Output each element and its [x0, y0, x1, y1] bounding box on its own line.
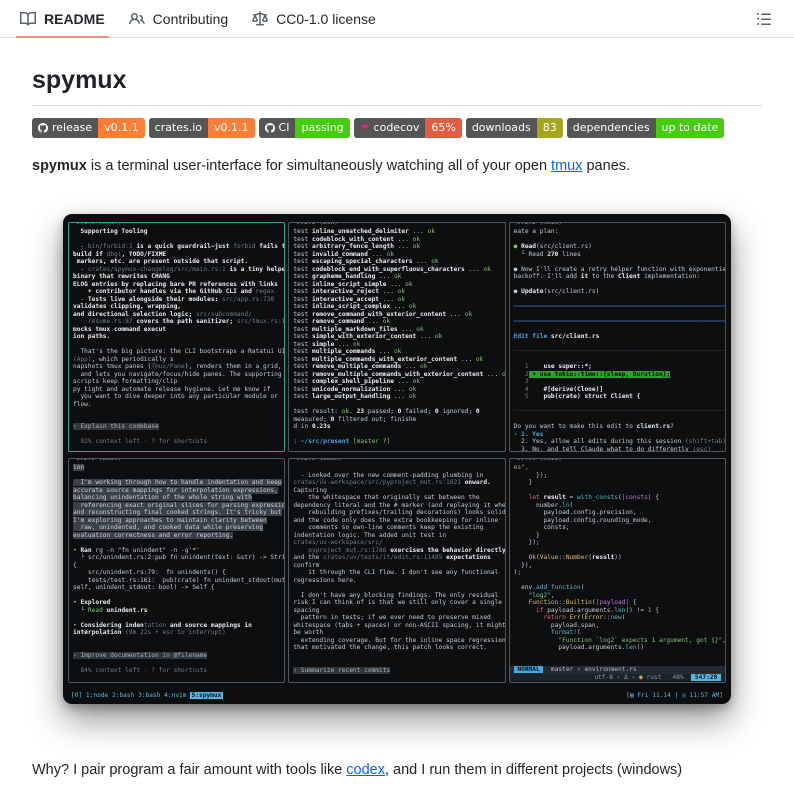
intro-paragraph: spymux is a terminal user-interface for … — [32, 158, 762, 174]
screenshot-image[interactable]: 0:1.0 (bash) Supporting Tooling - bin/fo… — [63, 214, 731, 704]
tmux-active-window: 5:spymux — [189, 692, 224, 699]
badge-crates-io[interactable]: crates.io v0.1.1 — [148, 118, 255, 138]
badge-ci[interactable]: CI passing — [258, 118, 350, 138]
outro-text2: , and I run them in different projects (… — [385, 762, 683, 778]
tmux-pane-0-1-2: 0:1.2 (node) eate a plan: ● Read(src/clie… — [508, 222, 726, 452]
pane-title: 0:3.0 (bash) — [293, 459, 345, 462]
github-logo-icon — [38, 123, 48, 133]
badge-label: dependencies — [572, 121, 650, 134]
tmux-pane-0-1-1: 0:1.1 (zsh) test inline_unmatched_delimit… — [288, 222, 506, 452]
readme-content: spymux release v0.1.1 crates.io v0.1.1 CI pas… — [0, 38, 794, 778]
badge-label: crates.io — [154, 121, 203, 134]
badge-dependencies[interactable]: dependencies up to date — [566, 118, 725, 138]
badge-label: downloads — [471, 121, 531, 134]
badge-value: 83 — [536, 118, 563, 138]
badge-label: codecov — [373, 121, 420, 134]
badge-label: CI — [278, 121, 290, 134]
intro-text2: panes. — [582, 158, 631, 174]
pane-title: 0:2.0 (bash) — [73, 459, 125, 462]
badge-value: v0.1.1 — [208, 118, 255, 138]
badge-downloads[interactable]: downloads 83 — [465, 118, 563, 138]
badge-label: release — [52, 121, 93, 134]
pane-content: Supporting Tooling - bin/forbid:1 is a q… — [73, 228, 285, 445]
tmux-pane-0-3-0: 0:3.0 (bash) - Looked over the new comme… — [288, 458, 506, 683]
tab-readme[interactable]: README — [8, 0, 117, 38]
tab-license-label: CC0-1.0 license — [276, 10, 376, 27]
outline-button[interactable] — [750, 5, 778, 33]
list-unordered-icon — [757, 12, 771, 25]
tmux-pane-0-2-0: 0:2.0 (bash) ion I'm working through how … — [68, 458, 286, 683]
intro-text1: is a terminal user-interface for simulta… — [86, 158, 552, 174]
pane-content: - Looked over the new comment-padding pl… — [293, 471, 505, 674]
tmux-pane-0-1-0: 0:1.0 (bash) Supporting Tooling - bin/fo… — [68, 222, 286, 452]
badge-release[interactable]: release v0.1.1 — [32, 118, 145, 138]
tab-license[interactable]: CC0-1.0 license — [240, 0, 388, 37]
page-title: spymux — [32, 44, 762, 106]
pane-content: test inline_unmatched_delimiter ... ok te… — [293, 228, 504, 445]
pane-title: 0:1.2 (node) — [513, 223, 566, 226]
badges-row: release v0.1.1 crates.io v0.1.1 CI passing ☂ co… — [32, 118, 762, 138]
pane-content: es", }); } let result = with_consts(|con… — [509, 459, 725, 682]
badge-value: up to date — [655, 118, 725, 138]
book-icon — [20, 11, 36, 25]
readme-tabbar: README Contributing CC0-1.0 license — [0, 0, 794, 38]
people-icon — [128, 12, 145, 24]
pane-title: 0:4.0 (nvim) — [513, 459, 566, 462]
tmux-status-right: [▤ Fri 11.14 | ◷ 11:57 AM] — [626, 692, 723, 699]
pane-title: 0:1.0 (bash) — [73, 223, 125, 226]
tmux-status-left: [0] 1:node 2:bash 3:bash 4:nvim 5:spymux — [71, 692, 224, 699]
law-icon — [252, 10, 269, 25]
tmux-link[interactable]: tmux — [551, 158, 582, 174]
outro-paragraph: Why? I pair program a fair amount with t… — [32, 762, 762, 778]
badge-value: v0.1.1 — [98, 118, 145, 138]
badge-value: 65% — [425, 118, 462, 138]
pane-title: 0:1.1 (zsh) — [293, 223, 342, 226]
terminal-window: 0:1.0 (bash) Supporting Tooling - bin/fo… — [63, 214, 731, 704]
tmux-pane-0-4-0: 0:4.0 (nvim) es", }); } let result = with… — [508, 458, 726, 683]
badge-value: passing — [295, 118, 350, 138]
terminal-grid: 0:1.0 (bash) Supporting Tooling - bin/fo… — [68, 219, 726, 683]
pane-content: eate a plan: ● Read(src/client.rs) └ Rea… — [513, 228, 725, 451]
tab-contributing[interactable]: Contributing — [117, 0, 241, 37]
intro-bold: spymux — [32, 158, 87, 174]
tmux-statusbar: [0] 1:node 2:bash 3:bash 4:nvim 5:spymux … — [68, 689, 726, 702]
badge-codecov[interactable]: ☂ codecov 65% — [353, 118, 462, 138]
tab-readme-label: README — [44, 10, 105, 27]
codex-link[interactable]: codex — [346, 762, 385, 778]
codecov-umbrella-icon: ☂ — [359, 121, 370, 135]
pane-content: ion I'm working through how to handle in… — [69, 459, 285, 682]
outro-text1: Why? I pair program a fair amount with t… — [32, 762, 347, 778]
tab-contributing-label: Contributing — [152, 10, 229, 27]
github-logo-icon — [264, 123, 275, 133]
